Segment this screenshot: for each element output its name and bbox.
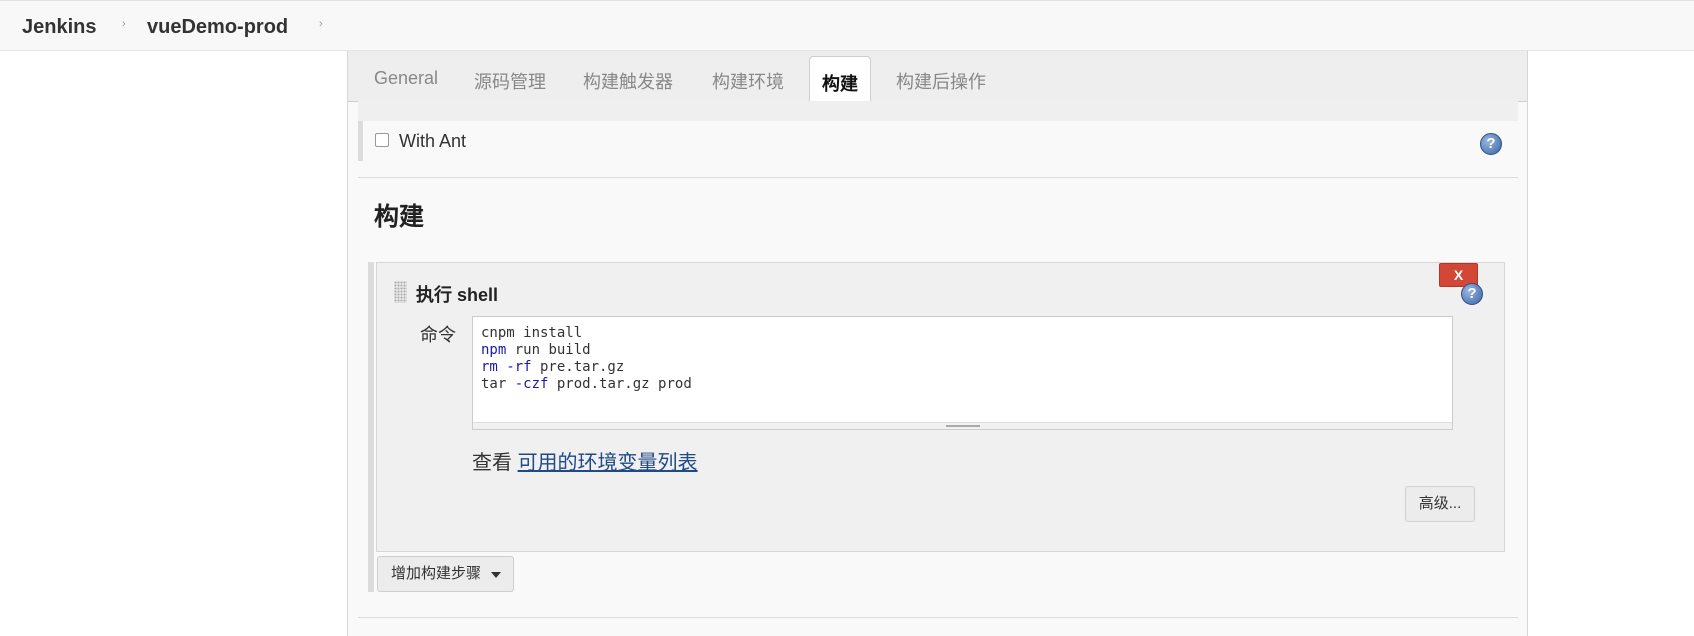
tab-triggers[interactable]: 构建触发器 <box>583 68 673 94</box>
step-side-bar <box>368 262 374 592</box>
with-ant-label: With Ant <box>399 131 467 151</box>
tab-post-build[interactable]: 构建后操作 <box>896 68 986 94</box>
code-cmd: cnpm <box>481 325 515 341</box>
code-cmd: tar <box>481 376 507 392</box>
drag-handle-icon[interactable] <box>394 281 407 303</box>
env-vars-line: 查看 可用的环境变量列表 <box>472 446 698 475</box>
code-cmd: rm <box>481 359 498 375</box>
command-textarea[interactable]: cnpm install npm run build rm -rf pre.ta… <box>472 316 1453 430</box>
build-section-title: 构建 <box>374 203 425 231</box>
env-vars-link[interactable]: 可用的环境变量列表 <box>518 452 698 474</box>
with-ant-checkbox[interactable] <box>375 133 389 147</box>
add-build-step-button[interactable]: 增加构建步骤 <box>377 556 514 592</box>
execute-shell-step: 执行 shell X 命令 cnpm install npm run build… <box>376 262 1505 552</box>
config-tabbar: General 源码管理 构建触发器 构建环境 构建 构建后操作 <box>348 51 1527 103</box>
breadcrumb-separator-icon[interactable]: › <box>122 18 126 30</box>
build-env-strip <box>358 101 1518 121</box>
help-icon[interactable]: ? <box>1461 283 1483 305</box>
code-flag: -czf <box>506 376 549 392</box>
tab-build[interactable]: 构建 <box>809 56 871 103</box>
config-panel: General 源码管理 构建触发器 构建环境 构建 构建后操作 With An… <box>347 51 1528 636</box>
section-divider <box>358 617 1518 618</box>
with-ant-row <box>358 121 1518 161</box>
breadcrumb-separator-icon[interactable]: › <box>319 18 323 30</box>
breadcrumb-job[interactable]: vueDemo-prod <box>147 16 288 39</box>
breadcrumb: Jenkins › vueDemo-prod › <box>0 0 1694 51</box>
code-args: pre.tar.gz <box>531 359 625 375</box>
help-icon[interactable]: ? <box>1480 133 1502 155</box>
resize-grip-icon <box>946 425 980 427</box>
section-divider <box>358 177 1518 178</box>
tab-general[interactable]: General <box>374 68 438 89</box>
dropdown-caret-icon <box>491 572 501 578</box>
add-build-step-label: 增加构建步骤 <box>391 565 482 582</box>
advanced-button[interactable]: 高级... <box>1405 486 1475 522</box>
code-args: run build <box>506 342 591 358</box>
code-args: install <box>514 325 583 341</box>
code-cmd: npm <box>481 342 507 358</box>
tab-build-environment[interactable]: 构建环境 <box>712 68 784 94</box>
code-flag: -rf <box>497 359 532 375</box>
env-prefix: 查看 <box>472 452 512 474</box>
tab-scm[interactable]: 源码管理 <box>474 68 546 94</box>
breadcrumb-jenkins[interactable]: Jenkins <box>22 16 96 39</box>
command-code: cnpm install npm run build rm -rf pre.ta… <box>481 325 692 393</box>
step-title: 执行 shell <box>416 285 499 305</box>
code-args: prod.tar.gz prod <box>548 376 692 392</box>
command-label: 命令 <box>420 325 456 345</box>
textarea-resize-handle[interactable] <box>473 422 1452 429</box>
